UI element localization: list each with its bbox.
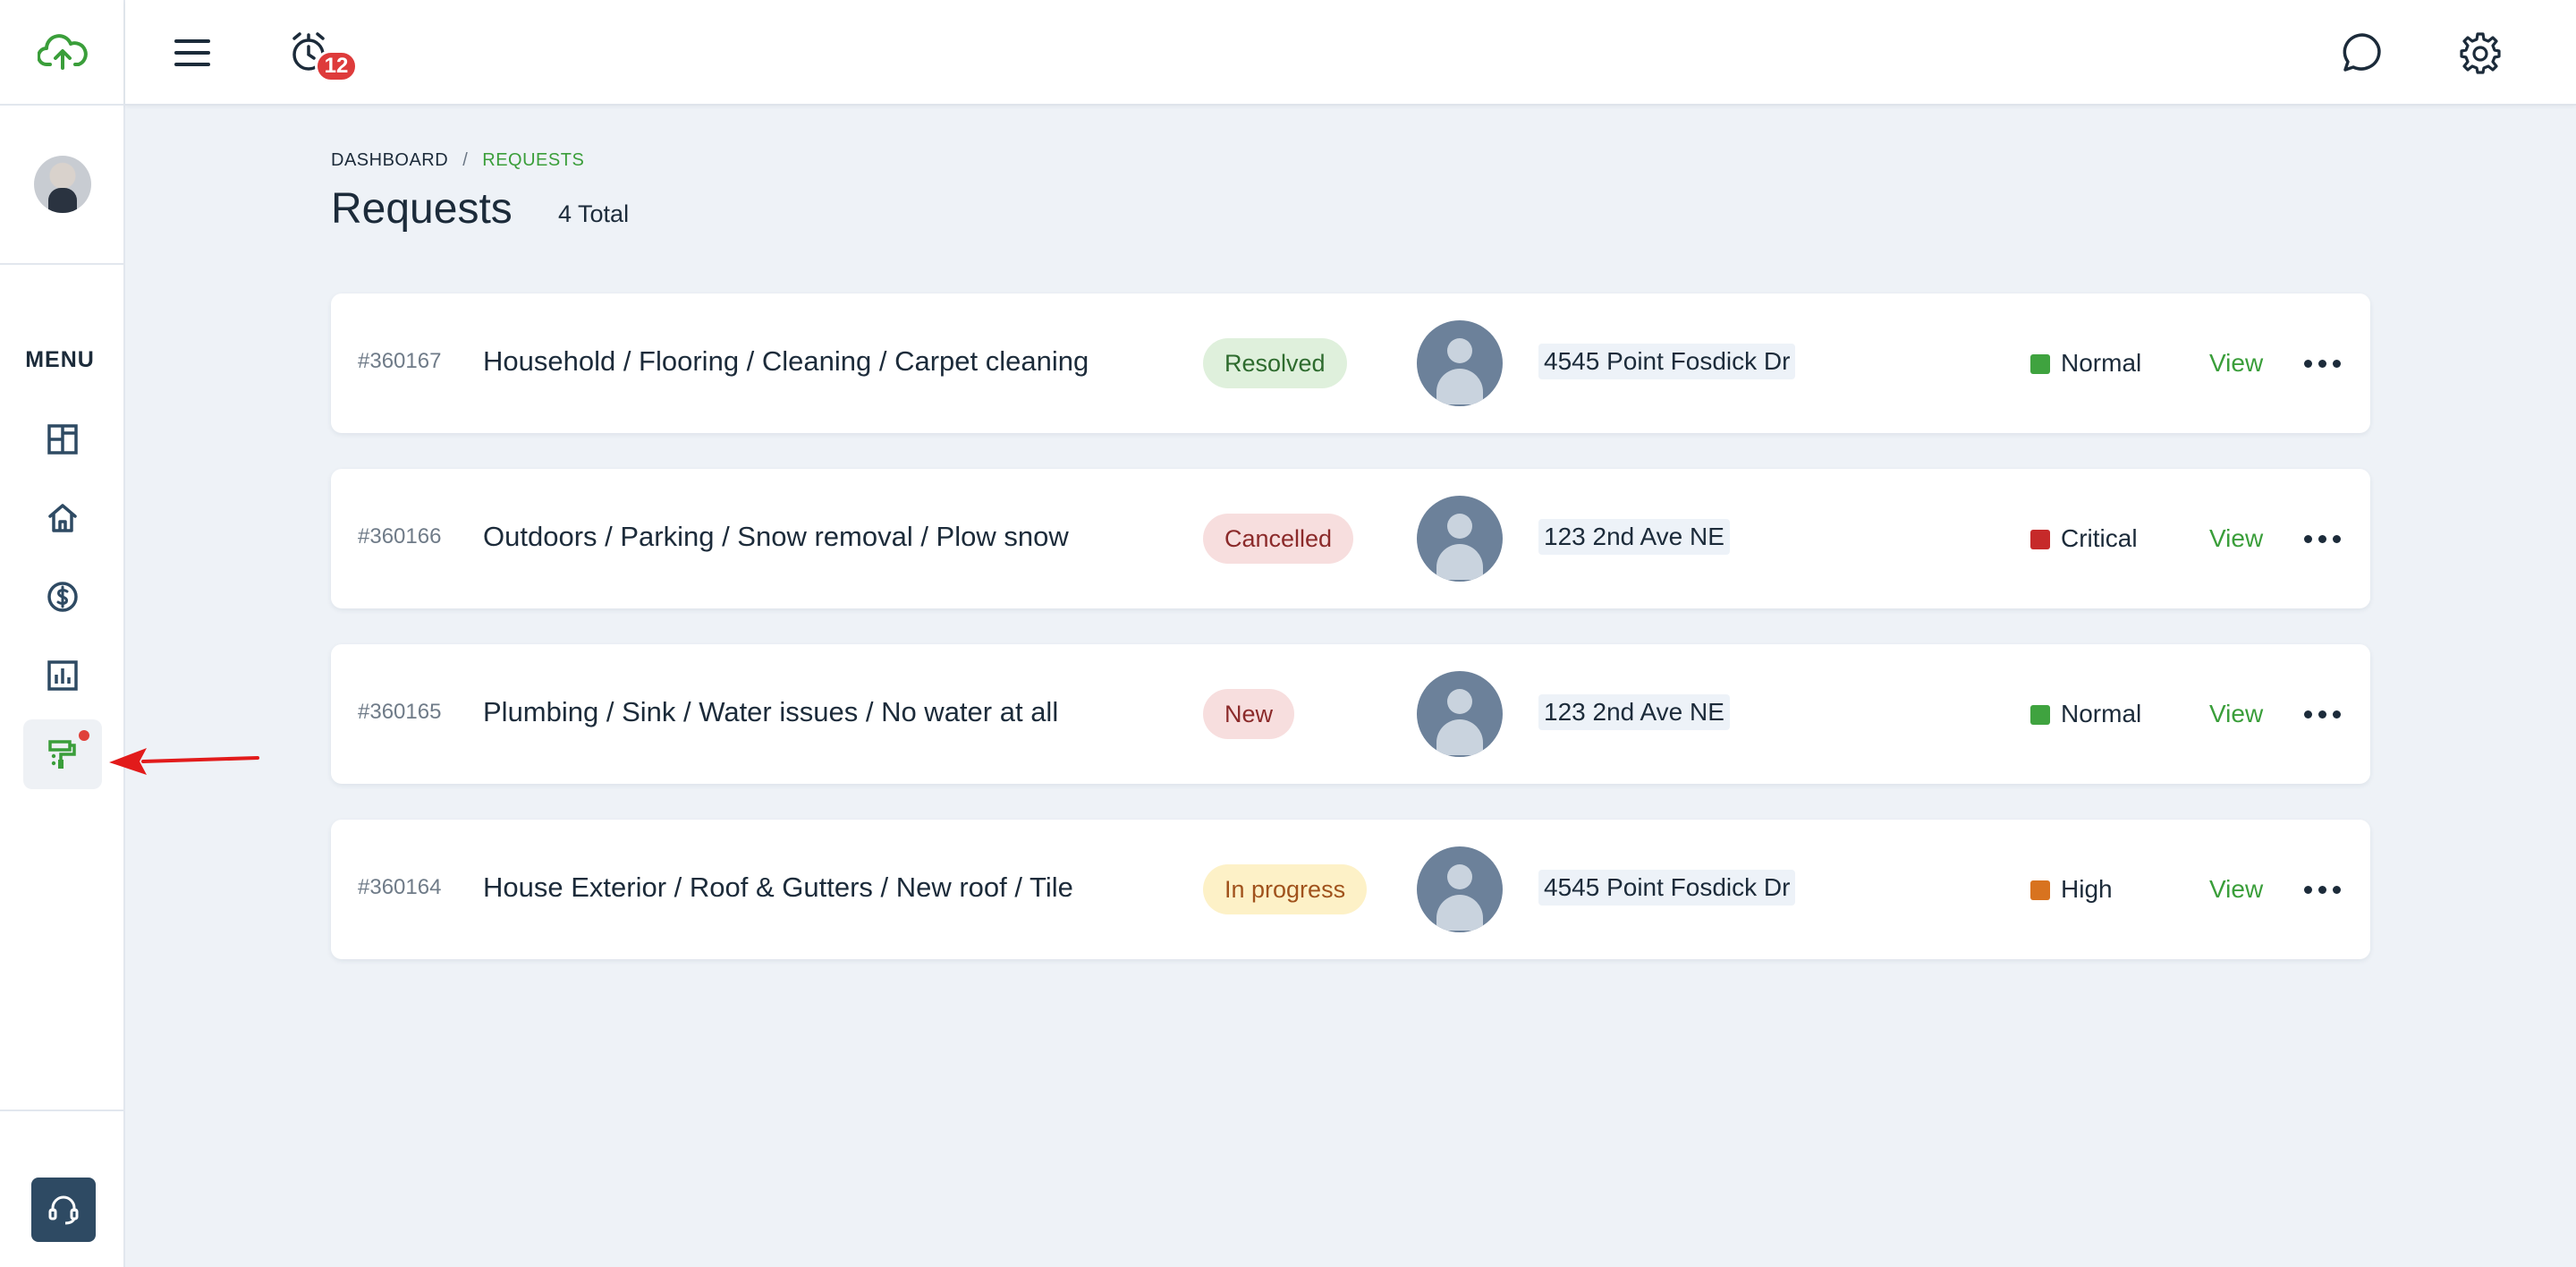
breadcrumb-dashboard[interactable]: DASHBOARD xyxy=(331,150,448,171)
paint-roller-icon xyxy=(48,740,76,769)
sidebar: MENU xyxy=(0,0,125,1267)
assignee-avatar xyxy=(1417,496,1503,582)
address[interactable]: 4545 Point Fosdick Dr xyxy=(1538,344,1796,379)
status-badge: In progress xyxy=(1203,864,1368,914)
cloud-upload-icon xyxy=(38,34,88,70)
assignee-avatar xyxy=(1417,846,1503,932)
address[interactable]: 123 2nd Ave NE xyxy=(1538,519,1730,555)
priority-indicator xyxy=(2030,530,2050,549)
request-card[interactable]: #360167 Household / Flooring / Cleaning … xyxy=(331,293,2370,433)
assignee-avatar xyxy=(1417,671,1503,757)
request-title[interactable]: House Exterior / Roof & Gutters / New ro… xyxy=(483,872,1073,904)
more-options-button[interactable] xyxy=(2295,693,2349,736)
settings-button[interactable] xyxy=(2449,21,2512,84)
dashboard-icon xyxy=(47,424,78,455)
breadcrumb: DASHBOARD / REQUESTS xyxy=(331,150,584,171)
gear-icon xyxy=(2460,32,2501,74)
view-link[interactable]: View xyxy=(2209,700,2263,728)
priority-label: Normal xyxy=(2061,700,2142,727)
total-count: 4 Total xyxy=(558,200,630,227)
status-badge: New xyxy=(1203,689,1295,739)
breadcrumb-separator: / xyxy=(462,150,469,170)
priority-indicator xyxy=(2030,705,2050,725)
request-card[interactable]: #360164 House Exterior / Roof & Gutters … xyxy=(331,820,2370,959)
support-button[interactable] xyxy=(31,1178,96,1242)
request-id: #360164 xyxy=(358,875,442,899)
sidebar-item-reports[interactable] xyxy=(23,641,102,710)
request-title[interactable]: Outdoors / Parking / Snow removal / Plow… xyxy=(483,521,1069,553)
more-options-button[interactable] xyxy=(2295,342,2349,385)
more-options-button[interactable] xyxy=(2295,868,2349,911)
notification-dot xyxy=(79,730,89,741)
sidebar-item-home[interactable] xyxy=(23,483,102,553)
priority-label: Normal xyxy=(2061,349,2142,377)
chat-button[interactable] xyxy=(2331,21,2394,84)
request-card[interactable]: #360166 Outdoors / Parking / Snow remova… xyxy=(331,469,2370,608)
headset-icon xyxy=(48,1195,79,1225)
status-badge: Resolved xyxy=(1203,338,1347,388)
assignee-avatar xyxy=(1417,320,1503,406)
priority-label: High xyxy=(2061,875,2113,903)
chat-icon xyxy=(2343,33,2381,72)
view-link[interactable]: View xyxy=(2209,349,2263,378)
priority-indicator xyxy=(2030,880,2050,900)
sidebar-item-billing[interactable] xyxy=(23,562,102,632)
sidebar-item-dashboard[interactable] xyxy=(23,404,102,474)
view-link[interactable]: View xyxy=(2209,524,2263,553)
page-title: Requests xyxy=(331,185,513,233)
priority-label: Critical xyxy=(2061,524,2138,552)
request-title[interactable]: Plumbing / Sink / Water issues / No wate… xyxy=(483,696,1058,728)
view-link[interactable]: View xyxy=(2209,875,2263,904)
sidebar-item-requests[interactable] xyxy=(23,719,102,789)
user-avatar-area xyxy=(0,106,125,265)
priority-indicator xyxy=(2030,354,2050,374)
breadcrumb-current: REQUESTS xyxy=(482,150,585,170)
request-id: #360167 xyxy=(358,349,442,373)
menu-label: MENU xyxy=(25,347,95,372)
more-options-button[interactable] xyxy=(2295,517,2349,560)
annotation-arrow-icon xyxy=(109,748,259,775)
top-bar: 12 xyxy=(125,0,2576,106)
request-title[interactable]: Household / Flooring / Cleaning / Carpet… xyxy=(483,345,1089,378)
address[interactable]: 4545 Point Fosdick Dr xyxy=(1538,870,1796,906)
logo[interactable] xyxy=(0,0,125,106)
alarms-button[interactable]: 12 xyxy=(279,21,358,84)
menu-toggle-button[interactable] xyxy=(161,21,224,84)
address[interactable]: 123 2nd Ave NE xyxy=(1538,694,1730,730)
request-id: #360166 xyxy=(358,524,442,548)
user-avatar[interactable] xyxy=(34,156,91,213)
home-icon xyxy=(48,504,77,532)
chart-icon xyxy=(47,660,78,691)
sidebar-footer xyxy=(0,1110,125,1267)
request-id: #360165 xyxy=(358,700,442,724)
hamburger-icon xyxy=(174,39,210,66)
request-card[interactable]: #360165 Plumbing / Sink / Water issues /… xyxy=(331,644,2370,784)
status-badge: Cancelled xyxy=(1203,514,1354,564)
dollar-icon xyxy=(47,582,78,612)
notification-badge: 12 xyxy=(315,50,358,82)
